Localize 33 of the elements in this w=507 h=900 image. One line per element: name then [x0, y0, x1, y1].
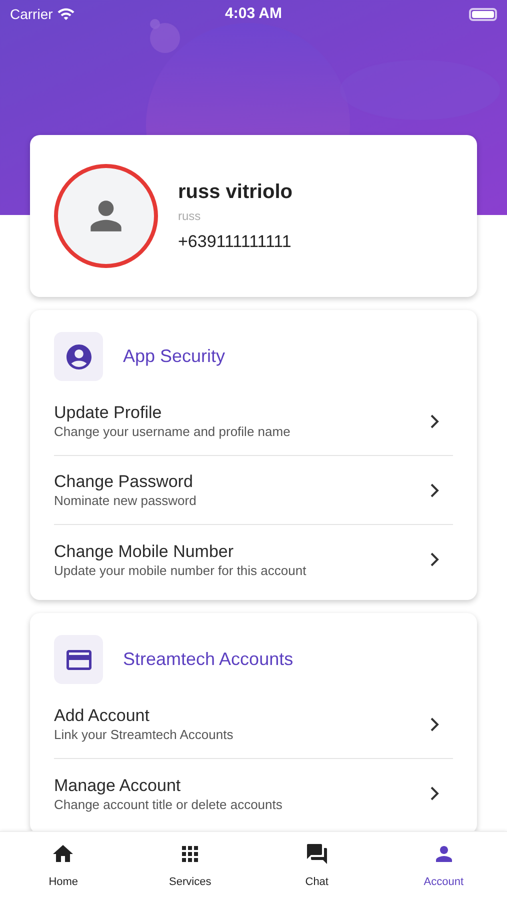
chevron-right-icon — [430, 414, 439, 428]
tab-bar-item[interactable]: Chat — [254, 832, 380, 900]
battery-icon — [469, 8, 497, 20]
row-title: Add Account — [54, 705, 150, 727]
row-subtitle: Update your mobile number for this account — [54, 562, 308, 578]
chevron-right-icon — [430, 552, 439, 567]
chat-icon — [304, 842, 329, 866]
row-subtitle: Nominate new password — [54, 493, 198, 509]
row-title: Change Mobile Number — [54, 540, 235, 562]
chevron-right-icon — [430, 482, 439, 498]
row-subtitle: Change account title or delete accounts — [54, 796, 284, 812]
menu-row[interactable]: Change Mobile Number Update your mobile number for this account — [54, 525, 453, 594]
chevron-right-icon — [430, 716, 439, 732]
menu-row[interactable]: Update Profile Change your username and profile name — [54, 387, 453, 456]
section-title: App Security — [123, 345, 226, 368]
row-title: Change Password — [54, 471, 194, 493]
menu-row[interactable]: Change Password Nominate new password — [54, 456, 453, 525]
row-subtitle: Change your username and profile name — [54, 424, 292, 440]
row-title: Update Profile — [54, 402, 163, 424]
tab-bar-item[interactable]: Home — [0, 832, 127, 900]
menu-row[interactable]: Add Account Link your Streamtech Accounts — [54, 690, 453, 759]
row-title: Manage Account — [54, 774, 182, 796]
section-title: Streamtech Accounts — [123, 648, 294, 671]
tab-bar-item[interactable]: Services — [126, 832, 254, 900]
chevron-right-icon — [430, 786, 439, 801]
profile-username: russ — [178, 208, 202, 226]
carrier-label: Carrier — [10, 4, 53, 24]
profile-name: russ vitriolo — [178, 180, 292, 206]
profile-phone: +639111111111 — [178, 231, 292, 254]
tab-bar-item[interactable]: Account — [380, 832, 507, 900]
status-time: 4:03 AM — [225, 4, 282, 24]
menu-row[interactable]: Manage Account Change account title or delete accounts — [54, 759, 453, 828]
row-subtitle: Link your Streamtech Accounts — [54, 727, 234, 743]
